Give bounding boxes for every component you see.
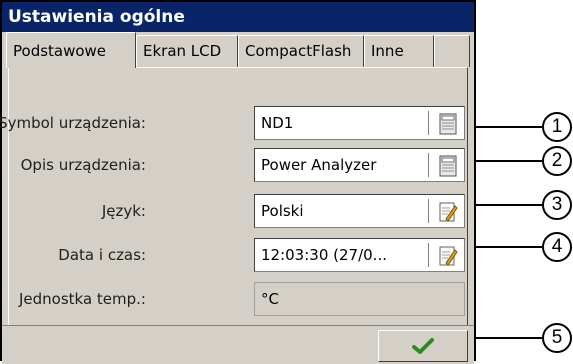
language-label: Język:	[101, 202, 146, 220]
device-description-field[interactable]: Power Analyzer	[254, 148, 465, 182]
device-symbol-label: Symbol urządzenia:	[0, 114, 146, 132]
bottom-bar	[2, 325, 474, 364]
device-symbol-field[interactable]: ND1	[254, 106, 465, 140]
keypad-icon[interactable]	[438, 155, 458, 177]
edit-icon[interactable]	[438, 245, 458, 267]
temp-unit-label: Jednostka temp.:	[18, 290, 146, 308]
tab-strip-filler	[434, 35, 470, 67]
datetime-label: Data i czas:	[58, 246, 146, 264]
checkmark-icon	[412, 338, 434, 354]
tab-podstawowe[interactable]: Podstawowe	[6, 32, 136, 68]
callout-line-3	[476, 204, 542, 206]
callout-line-4	[476, 246, 542, 248]
device-description-label: Opis urządzenia:	[20, 156, 146, 174]
temp-unit-value: °C	[261, 290, 279, 308]
datetime-value: 12:03:30 (27/0...	[261, 246, 387, 264]
tab-ekran-lcd[interactable]: Ekran LCD	[136, 35, 238, 67]
device-symbol-value: ND1	[261, 114, 294, 132]
language-value: Polski	[261, 202, 304, 220]
edit-icon[interactable]	[438, 201, 458, 223]
callout-line-5	[476, 337, 542, 339]
language-field[interactable]: Polski	[254, 194, 465, 228]
callout-1: 1	[542, 112, 572, 142]
keypad-icon[interactable]	[438, 113, 458, 135]
callout-line-2	[476, 160, 542, 162]
callout-5: 5	[542, 323, 572, 353]
callout-line-1	[476, 126, 542, 128]
temp-unit-field: °C	[254, 282, 465, 316]
tab-compactflash[interactable]: CompactFlash	[238, 35, 364, 67]
settings-window: Ustawienia ogólne Podstawowe Ekran LCD C…	[0, 0, 476, 364]
tab-inne[interactable]: Inne	[364, 35, 434, 67]
datetime-field[interactable]: 12:03:30 (27/0...	[254, 238, 465, 272]
device-description-value: Power Analyzer	[261, 156, 377, 174]
window-title: Ustawienia ogólne	[2, 2, 474, 32]
callout-4: 4	[542, 232, 572, 262]
callout-2: 2	[542, 146, 572, 176]
ok-button[interactable]	[378, 330, 468, 362]
callout-3: 3	[542, 190, 572, 220]
